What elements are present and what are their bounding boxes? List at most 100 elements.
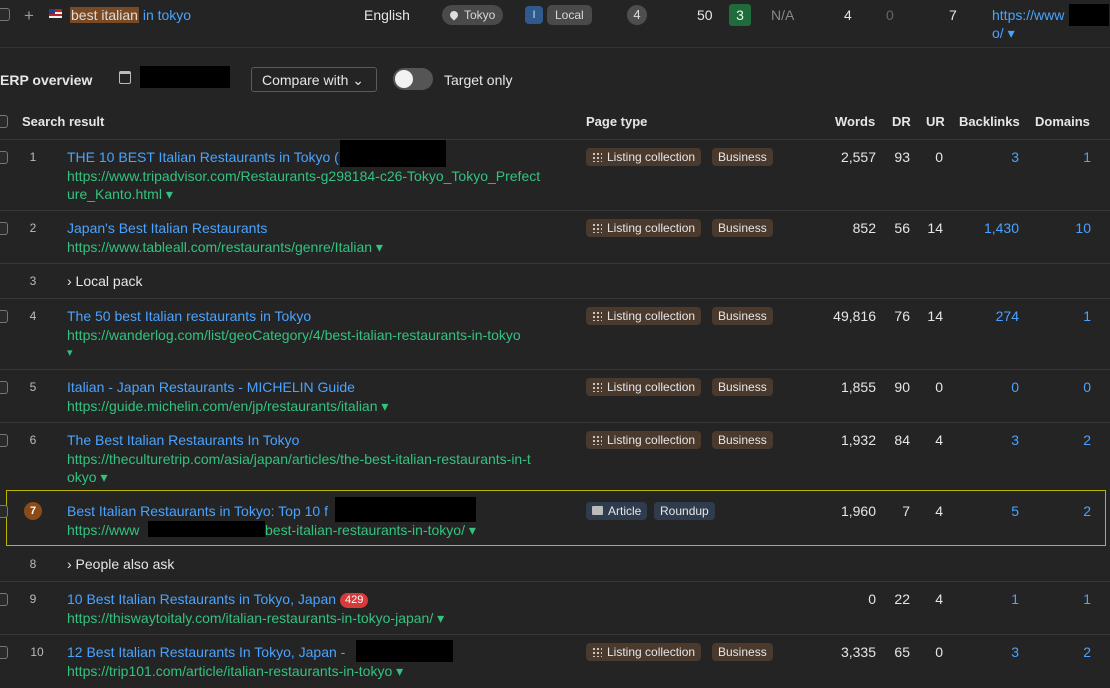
row-checkbox[interactable]: [0, 505, 8, 518]
kd-circle: 4: [627, 5, 647, 25]
target-only-label: Target only: [444, 72, 513, 88]
redacted: [340, 140, 446, 167]
article-icon: [592, 506, 603, 515]
result-url-cont[interactable]: ure_Kanto.html ▾: [67, 185, 173, 203]
dr: 90: [894, 379, 910, 395]
row-checkbox[interactable]: [0, 434, 8, 447]
result-url[interactable]: https://wanderlog.com/list/geoCategory/4…: [67, 326, 521, 344]
location-pill: Tokyo: [442, 5, 504, 25]
page-type-tag: Business: [712, 148, 773, 166]
result-url-cont[interactable]: okyo ▾: [67, 468, 108, 486]
domains[interactable]: 10: [1075, 220, 1091, 236]
row-checkbox[interactable]: [0, 310, 8, 323]
compare-with-dropdown[interactable]: Compare with ⌄: [251, 67, 377, 92]
result-title[interactable]: The Best Italian Restaurants In Tokyo: [67, 432, 299, 448]
domains[interactable]: 2: [1083, 432, 1091, 448]
result-title[interactable]: THE 10 BEST Italian Restaurants in Tokyo…: [67, 149, 339, 165]
col-backlinks[interactable]: Backlinks: [959, 114, 1020, 129]
location-label: Tokyo: [464, 8, 496, 22]
page-type-tag: Business: [712, 307, 773, 325]
add-icon[interactable]: +: [24, 6, 34, 26]
result-url-cont[interactable]: ▾: [67, 344, 73, 362]
tag-label: Listing collection: [607, 221, 696, 235]
row-number: 3: [29, 274, 37, 288]
domains[interactable]: 2: [1083, 644, 1091, 660]
divider: [0, 422, 1110, 423]
words: 1,932: [840, 432, 876, 448]
result-url[interactable]: https://trip101.com/article/italian-rest…: [67, 662, 403, 680]
keyword-link[interactable]: best italian in tokyo: [70, 7, 191, 23]
result-url-cont[interactable]: best-italian-restaurants-in-tokyo/ ▾: [265, 521, 476, 539]
row-number: 1: [29, 150, 37, 164]
grid-icon: [592, 382, 602, 392]
col-words[interactable]: Words: [835, 114, 875, 129]
words: 852: [852, 220, 876, 236]
result-url[interactable]: https://www: [67, 521, 139, 539]
top-url-line1[interactable]: https://www: [992, 7, 1064, 23]
result-url[interactable]: https://thiswaytoitaly.com/italian-resta…: [67, 609, 444, 627]
domains[interactable]: 1: [1083, 149, 1091, 165]
result-title[interactable]: The 50 best Italian restaurants in Tokyo: [67, 308, 311, 324]
backlinks[interactable]: 1: [1011, 591, 1019, 607]
domains[interactable]: 1: [1083, 591, 1091, 607]
page-type-tag: Business: [712, 431, 773, 449]
ur: 0: [935, 379, 943, 395]
result-title[interactable]: Japan's Best Italian Restaurants: [67, 220, 267, 236]
backlinks[interactable]: 0: [1011, 379, 1019, 395]
row-checkbox[interactable]: [0, 8, 10, 21]
col-page-type[interactable]: Page type: [586, 114, 647, 129]
people-also-ask-toggle[interactable]: › People also ask: [67, 556, 174, 572]
divider: [0, 139, 1110, 140]
result-title[interactable]: 10 Best Italian Restaurants in Tokyo, Ja…: [67, 591, 369, 608]
row-checkbox[interactable]: [0, 646, 8, 659]
toggle-knob: [395, 70, 413, 88]
redacted-url: [148, 521, 265, 537]
redacted: [356, 640, 453, 662]
row-checkbox[interactable]: [0, 222, 8, 235]
local-pack-toggle[interactable]: › Local pack: [67, 273, 142, 289]
ur: 0: [935, 644, 943, 660]
row-number: 2: [29, 221, 37, 235]
target-only-toggle[interactable]: [393, 68, 433, 90]
col-dr[interactable]: DR: [892, 114, 911, 129]
metric-4: 4: [844, 7, 852, 23]
backlinks[interactable]: 3: [1011, 149, 1019, 165]
backlinks[interactable]: 5: [1011, 503, 1019, 519]
us-flag-icon: [49, 9, 62, 18]
domains[interactable]: 1: [1083, 308, 1091, 324]
backlinks[interactable]: 3: [1011, 432, 1019, 448]
grid-icon: [592, 152, 602, 162]
domains[interactable]: 0: [1083, 379, 1091, 395]
result-url[interactable]: https://guide.michelin.com/en/jp/restaur…: [67, 397, 388, 415]
col-search-result[interactable]: Search result: [22, 114, 104, 129]
top-url-line2[interactable]: o/ ▾: [992, 25, 1015, 42]
backlinks[interactable]: 1,430: [984, 220, 1019, 236]
col-domains[interactable]: Domains: [1035, 114, 1090, 129]
result-title[interactable]: Best Italian Restaurants in Tokyo: Top 1…: [67, 503, 328, 519]
divider: [0, 634, 1110, 635]
result-url[interactable]: https://www.tableall.com/restaurants/gen…: [67, 238, 383, 256]
dr: 76: [894, 308, 910, 324]
result-title[interactable]: 12 Best Italian Restaurants In Tokyo, Ja…: [67, 644, 345, 660]
backlinks[interactable]: 3: [1011, 644, 1019, 660]
divider: [0, 581, 1110, 582]
grid-icon: [592, 647, 602, 657]
col-ur[interactable]: UR: [926, 114, 945, 129]
dr: 84: [894, 432, 910, 448]
result-url[interactable]: https://www.tripadvisor.com/Restaurants-…: [67, 167, 540, 185]
dr: 56: [894, 220, 910, 236]
tag-label: Listing collection: [607, 309, 696, 323]
title-text: 10 Best Italian Restaurants in Tokyo, Ja…: [67, 591, 337, 607]
tag-label: Listing collection: [607, 150, 696, 164]
domains[interactable]: 2: [1083, 503, 1091, 519]
row-checkbox[interactable]: [0, 151, 8, 164]
calendar-icon[interactable]: [119, 71, 131, 84]
row-checkbox[interactable]: [0, 381, 8, 394]
result-url[interactable]: https://theculturetrip.com/asia/japan/ar…: [67, 450, 531, 468]
row-checkbox[interactable]: [0, 593, 8, 606]
page-type-tag: Roundup: [654, 502, 715, 520]
row-number: 6: [29, 433, 37, 447]
backlinks[interactable]: 274: [996, 308, 1019, 324]
result-title[interactable]: Italian - Japan Restaurants - MICHELIN G…: [67, 379, 355, 395]
select-all-checkbox[interactable]: [0, 115, 8, 128]
